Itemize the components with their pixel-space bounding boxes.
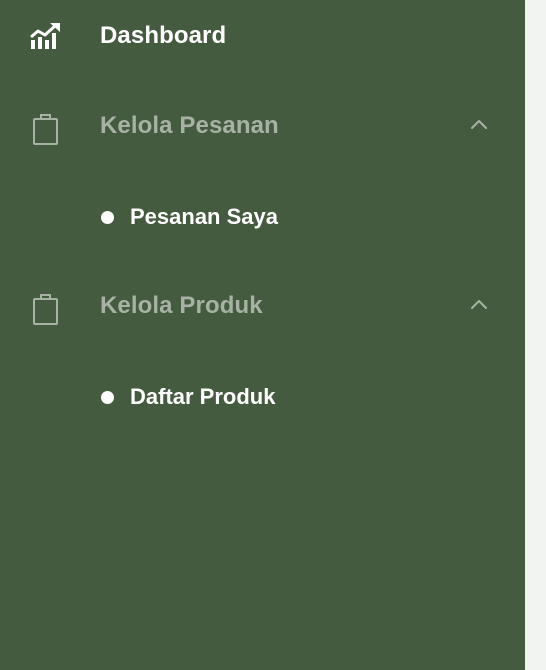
chevron-up-icon[interactable] <box>468 116 490 132</box>
chart-line-up-icon <box>30 22 62 52</box>
sidebar-subitem-label: Pesanan Saya <box>130 204 278 229</box>
sidebar-group-label: Kelola Pesanan <box>100 112 279 139</box>
clipboard-icon <box>30 292 62 325</box>
sidebar-subitem-label: Daftar Produk <box>130 384 276 409</box>
bullet-icon <box>101 211 114 224</box>
bullet-icon <box>101 391 114 404</box>
sidebar-group-label: Kelola Produk <box>100 292 263 319</box>
sidebar-item-dashboard[interactable]: Dashboard <box>0 8 525 64</box>
sidebar-subitem-pesanan-saya[interactable]: Pesanan Saya <box>90 195 510 239</box>
clipboard-icon <box>30 112 62 145</box>
sidebar-group-kelola-pesanan[interactable]: Kelola Pesanan <box>0 98 525 154</box>
chevron-up-icon[interactable] <box>468 296 490 312</box>
sidebar-group-kelola-produk[interactable]: Kelola Produk <box>0 278 525 334</box>
sidebar-item-label: Dashboard <box>100 22 227 49</box>
sidebar: Dashboard Kelola Pesanan Pesanan Saya Ke… <box>0 0 525 670</box>
main-content-edge <box>525 0 546 670</box>
sidebar-subitem-daftar-produk[interactable]: Daftar Produk <box>90 375 510 419</box>
